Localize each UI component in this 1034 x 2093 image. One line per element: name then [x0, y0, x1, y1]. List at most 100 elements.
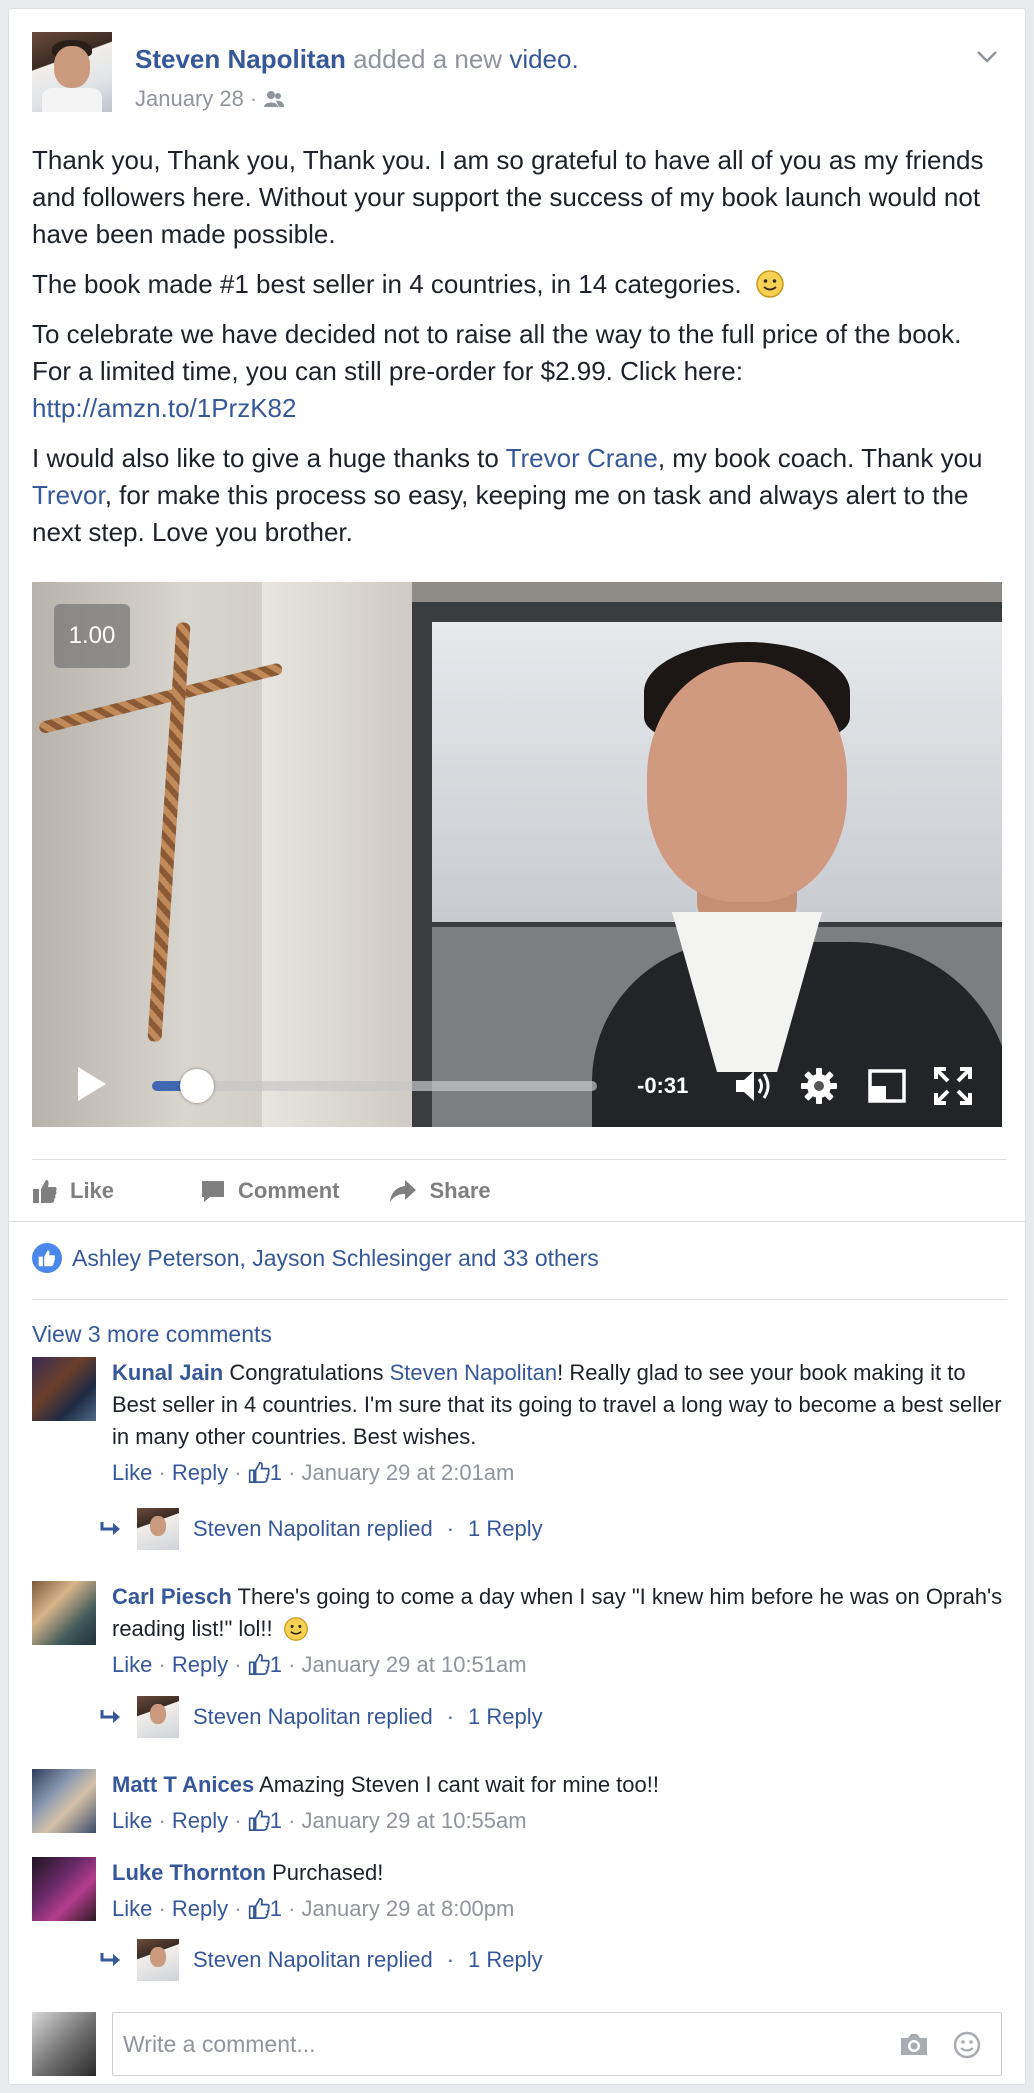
video-player[interactable]: 1.00 -0:31: [32, 582, 1002, 1127]
camera-icon[interactable]: [899, 2031, 929, 2057]
commenter-name[interactable]: Luke Thornton: [112, 1860, 266, 1885]
viewer-avatar[interactable]: [32, 2012, 96, 2076]
comment-text: Kunal Jain Congratulations Steven Napoli…: [112, 1360, 1002, 1449]
comment-text: Carl Piesch There's going to come a day …: [112, 1584, 1003, 1641]
comment-meta: Like · Reply · 1 · January 29 at 10:55am: [112, 1808, 527, 1833]
reply-arrow-icon: [100, 1710, 120, 1723]
video-controls: -0:31: [32, 1037, 1002, 1127]
time-remaining: -0:31: [637, 1073, 689, 1098]
replier-avatar[interactable]: [137, 1508, 179, 1550]
comment-composer: Write a comment...: [32, 2012, 1007, 2076]
post-paragraph-3: To celebrate we have decided not to rais…: [32, 319, 962, 423]
play-icon[interactable]: [78, 1067, 106, 1101]
like-button[interactable]: Like: [32, 1178, 114, 1204]
likers-text[interactable]: Ashley Peterson, Jayson Schlesinger and …: [72, 1245, 599, 1272]
replies-row[interactable]: Steven Napolitan replied · 1 Reply: [99, 1696, 543, 1738]
replier-avatar[interactable]: [137, 1939, 179, 1981]
amazon-link[interactable]: http://amzn.to/1PrzK82: [32, 393, 296, 423]
thumbs-up-outline-icon[interactable]: [248, 1653, 270, 1675]
comment-button[interactable]: Comment: [200, 1178, 339, 1204]
share-arrow-icon: [390, 1179, 417, 1202]
comment-timestamp[interactable]: January 29 at 2:01am: [302, 1460, 515, 1485]
friends-audience-icon[interactable]: [263, 90, 285, 108]
comment-meta: Like · Reply · 1 · January 29 at 8:00pm: [112, 1896, 515, 1921]
mention-trevor[interactable]: Trevor: [32, 480, 105, 510]
comment-timestamp[interactable]: January 29 at 10:55am: [302, 1808, 527, 1833]
post-paragraph-2: The book made #1 best seller in 4 countr…: [32, 266, 1007, 303]
smiley-emoji-icon: [756, 270, 784, 298]
comment-text: Luke Thornton Purchased!: [112, 1860, 384, 1885]
view-more-comments-link[interactable]: View 3 more comments: [32, 1321, 272, 1348]
commenter-name[interactable]: Kunal Jain: [112, 1360, 223, 1385]
likes-summary[interactable]: Ashley Peterson, Jayson Schlesinger and …: [32, 1243, 599, 1273]
comment-meta: Like · Reply · 1 · January 29 at 10:51am: [112, 1652, 527, 1677]
comment-reply-link[interactable]: Reply: [172, 1896, 228, 1921]
mention-trevor-crane[interactable]: Trevor Crane: [506, 443, 658, 473]
progress-knob[interactable]: [180, 1069, 214, 1103]
post-card: Steven Napolitan added a new video. Janu…: [8, 8, 1026, 2085]
reply-count[interactable]: 1 Reply: [468, 1704, 543, 1730]
share-button[interactable]: Share: [389, 1178, 491, 1204]
comment-like-link[interactable]: Like: [112, 1808, 152, 1833]
author-name[interactable]: Steven Napolitan: [135, 44, 346, 74]
meta-separator: ·: [249, 86, 258, 111]
comment-timestamp[interactable]: January 29 at 8:00pm: [302, 1896, 515, 1921]
thumbs-up-outline-icon[interactable]: [248, 1897, 270, 1919]
chevron-down-icon[interactable]: [976, 44, 998, 70]
comment-like-link[interactable]: Like: [112, 1460, 152, 1485]
comment-body: Kunal Jain Congratulations Steven Napoli…: [112, 1357, 1012, 1489]
fullscreen-icon[interactable]: [932, 1065, 974, 1107]
volume-icon[interactable]: [732, 1065, 774, 1107]
gear-icon[interactable]: [798, 1065, 840, 1107]
commenter-name[interactable]: Carl Piesch: [112, 1584, 232, 1609]
smiley-emoji-icon: [283, 1617, 308, 1641]
comment-reply-link[interactable]: Reply: [172, 1808, 228, 1833]
comment-like-link[interactable]: Like: [112, 1896, 152, 1921]
commenter-name[interactable]: Matt T Anices: [112, 1772, 254, 1797]
action-text: added a new: [353, 44, 503, 74]
divider: [9, 1221, 1025, 1222]
post-actions: Like Comment Share: [32, 1159, 1007, 1221]
comment-body: Luke Thornton Purchased! Like · Reply · …: [112, 1857, 1012, 1925]
replier-avatar[interactable]: [137, 1696, 179, 1738]
like-badge-icon: [32, 1243, 62, 1273]
replied-text[interactable]: Steven Napolitan replied: [193, 1704, 433, 1730]
emoji-icon[interactable]: [953, 2031, 981, 2059]
reply-arrow-icon: [100, 1953, 120, 1966]
post-date[interactable]: January 28: [135, 86, 244, 112]
post-meta: January 28 ·: [135, 86, 285, 112]
replies-row[interactable]: Steven Napolitan replied · 1 Reply: [99, 1508, 543, 1550]
commenter-avatar[interactable]: [32, 1581, 96, 1645]
replied-text[interactable]: Steven Napolitan replied: [193, 1947, 433, 1973]
thumbs-up-outline-icon[interactable]: [248, 1461, 270, 1483]
post-header: Steven Napolitan added a new video. Janu…: [32, 32, 1002, 122]
pip-icon[interactable]: [866, 1065, 908, 1107]
comment-like-count[interactable]: 1: [270, 1652, 282, 1677]
comment-like-count[interactable]: 1: [270, 1896, 282, 1921]
video-link[interactable]: video.: [509, 44, 578, 74]
post-headline: Steven Napolitan added a new video.: [135, 44, 579, 75]
commenter-avatar[interactable]: [32, 1357, 96, 1421]
playback-speed-badge[interactable]: 1.00: [54, 604, 130, 668]
author-avatar[interactable]: [32, 32, 112, 112]
comment-reply-link[interactable]: Reply: [172, 1652, 228, 1677]
comment-reply-link[interactable]: Reply: [172, 1460, 228, 1485]
comment-like-count[interactable]: 1: [270, 1808, 282, 1833]
comment-mention[interactable]: Steven Napolitan: [390, 1360, 558, 1385]
speech-bubble-icon: [202, 1180, 225, 1202]
progress-track[interactable]: [152, 1081, 597, 1091]
comment-like-count[interactable]: 1: [270, 1460, 282, 1485]
comment-input[interactable]: Write a comment...: [112, 2012, 1002, 2076]
commenter-avatar[interactable]: [32, 1769, 96, 1833]
replied-text[interactable]: Steven Napolitan replied: [193, 1516, 433, 1542]
thumbs-up-outline-icon[interactable]: [248, 1809, 270, 1831]
reply-count[interactable]: 1 Reply: [468, 1947, 543, 1973]
post-paragraph-4: I would also like to give a huge thanks …: [32, 443, 983, 547]
comment-timestamp[interactable]: January 29 at 10:51am: [302, 1652, 527, 1677]
replies-row[interactable]: Steven Napolitan replied · 1 Reply: [99, 1939, 543, 1981]
comment-body: Matt T Anices Amazing Steven I cant wait…: [112, 1769, 1012, 1837]
commenter-avatar[interactable]: [32, 1857, 96, 1921]
comment-meta: Like · Reply · 1 · January 29 at 2:01am: [112, 1460, 515, 1485]
reply-count[interactable]: 1 Reply: [468, 1516, 543, 1542]
comment-like-link[interactable]: Like: [112, 1652, 152, 1677]
